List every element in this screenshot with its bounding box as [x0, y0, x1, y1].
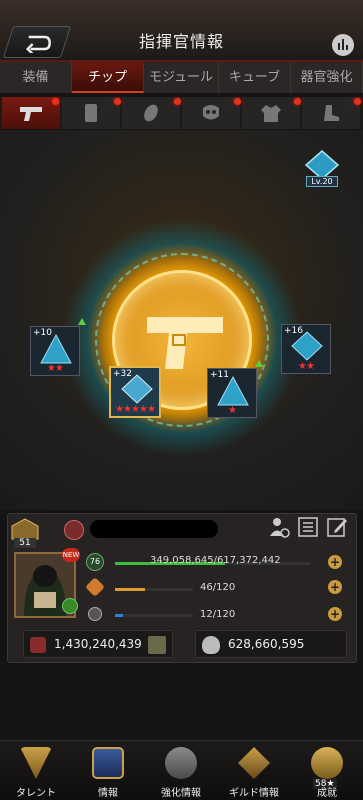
upgrade-arrow-icon — [255, 360, 263, 367]
nav-info-label: 情報 — [98, 788, 118, 799]
chip-slot-4[interactable]: +16 ★★ — [281, 324, 331, 374]
crossed-swords-icon — [238, 747, 270, 779]
notification-dot — [52, 98, 59, 105]
hammer-icon — [165, 747, 197, 779]
disc-icon — [144, 104, 158, 122]
vip-level-badge: 76 — [86, 553, 104, 571]
slot-tab-mask[interactable] — [182, 97, 240, 129]
upgrade-arrow-icon — [78, 318, 86, 325]
power-value: 1,430,240,439 — [54, 637, 142, 651]
list-icon[interactable] — [297, 516, 319, 538]
kills-value: 628,660,595 — [228, 637, 305, 651]
rank-level: 51 — [14, 538, 36, 548]
refresh-icon[interactable] — [62, 598, 78, 614]
notification-dot — [174, 98, 181, 105]
chip-slot-2[interactable]: +32 ★★★★★ — [109, 366, 161, 418]
stamina-bar-fill — [115, 588, 145, 591]
diamond-chip-icon — [291, 331, 323, 361]
tab-organ-enhance[interactable]: 器官強化 — [291, 62, 363, 93]
nav-guild-info[interactable]: ギルド情報 — [218, 741, 290, 800]
chip-stars: ★★ — [298, 361, 315, 372]
info-shield-icon — [92, 747, 124, 779]
add-energy-button[interactable]: + — [328, 607, 342, 621]
chip-stars: ★★★★★ — [115, 404, 156, 415]
nav-achievement-label: 成就 — [317, 788, 337, 799]
notification-dot — [354, 98, 361, 105]
tab-equipment[interactable]: 装備 — [0, 62, 72, 93]
nav-talent[interactable]: タレント — [0, 741, 72, 800]
nav-info[interactable]: 情報 — [72, 741, 144, 800]
power-icon — [30, 637, 46, 653]
chip-slot-3[interactable]: +11 ★ — [207, 368, 257, 418]
equipment-slot-tabs — [0, 97, 363, 129]
jacket-icon — [261, 105, 281, 122]
chip-stars: ★ — [228, 405, 237, 416]
stats-chart-icon[interactable] — [332, 34, 354, 56]
notification-dot — [234, 98, 241, 105]
notification-dot — [294, 98, 301, 105]
tab-chip[interactable]: チップ — [72, 62, 144, 93]
tab-cube[interactable]: キューブ — [219, 62, 291, 93]
tab-module[interactable]: モジュール — [144, 62, 219, 93]
energy-icon — [88, 607, 102, 621]
chip-slot-1[interactable]: +10 ★★ — [30, 326, 80, 376]
edit-icon[interactable] — [326, 516, 348, 538]
slot-tab-disc[interactable] — [122, 97, 180, 129]
nav-talent-label: タレント — [16, 788, 56, 799]
add-stamina-button[interactable]: + — [328, 580, 342, 594]
new-badge: NEW — [62, 548, 80, 562]
energy-bar — [115, 614, 193, 617]
mask-icon — [203, 105, 219, 120]
chip-arena: Lv.20 +10 ★★ +32 ★★★★★ +11 ★ +16 ★★ — [0, 130, 363, 510]
slot-tab-boots[interactable] — [302, 97, 360, 129]
pistol-icon — [147, 317, 223, 369]
triangle-chip-icon — [40, 333, 72, 364]
pistol-icon — [20, 107, 42, 121]
notification-dot — [114, 98, 121, 105]
main-tabs: 装備 チップ モジュール キューブ 器官強化 — [0, 62, 363, 93]
power-detail-icon[interactable] — [148, 636, 166, 654]
bottom-nav: タレント 情報 強化情報 ギルド情報 58★ 成就 — [0, 740, 363, 800]
redacted-username — [90, 520, 218, 538]
header-bar: 指揮官情報 — [0, 0, 363, 62]
power-box: 1,430,240,439 — [23, 630, 173, 658]
block-user-icon[interactable] — [268, 516, 290, 538]
badge-level-text: Lv.20 — [306, 176, 338, 187]
add-exp-button[interactable]: + — [328, 555, 342, 569]
kills-box: 628,660,595 — [195, 630, 347, 658]
slot-tab-armor[interactable] — [62, 97, 120, 129]
nav-enhance-info-label: 強化情報 — [161, 788, 201, 799]
chip-stars: ★★ — [47, 363, 64, 374]
armor-icon — [85, 104, 97, 122]
stamina-value: 46/120 — [200, 582, 236, 593]
talent-icon — [20, 747, 52, 779]
trophy-icon — [311, 747, 343, 779]
page-title: 指揮官情報 — [138, 32, 224, 51]
nav-enhance-info[interactable]: 強化情報 — [145, 741, 217, 800]
chip-level-badge[interactable]: Lv.20 — [304, 150, 340, 188]
triangle-chip-icon — [217, 375, 249, 406]
guild-emblem-icon — [64, 520, 84, 540]
nav-guild-info-label: ギルド情報 — [229, 788, 279, 799]
exp-value: 349,058,645/617,372,442 — [150, 555, 281, 566]
energy-bar-fill — [115, 614, 123, 617]
slot-tab-jacket[interactable] — [242, 97, 300, 129]
energy-value: 12/120 — [200, 609, 236, 620]
stamina-bar — [115, 588, 193, 591]
rank-badge[interactable]: 51 — [11, 518, 39, 548]
nav-achievement[interactable]: 58★ 成就 — [291, 741, 363, 800]
rank-emblem-icon — [11, 518, 39, 540]
boots-icon — [324, 105, 339, 121]
diamond-chip-icon — [121, 374, 153, 404]
skull-icon — [202, 636, 220, 654]
